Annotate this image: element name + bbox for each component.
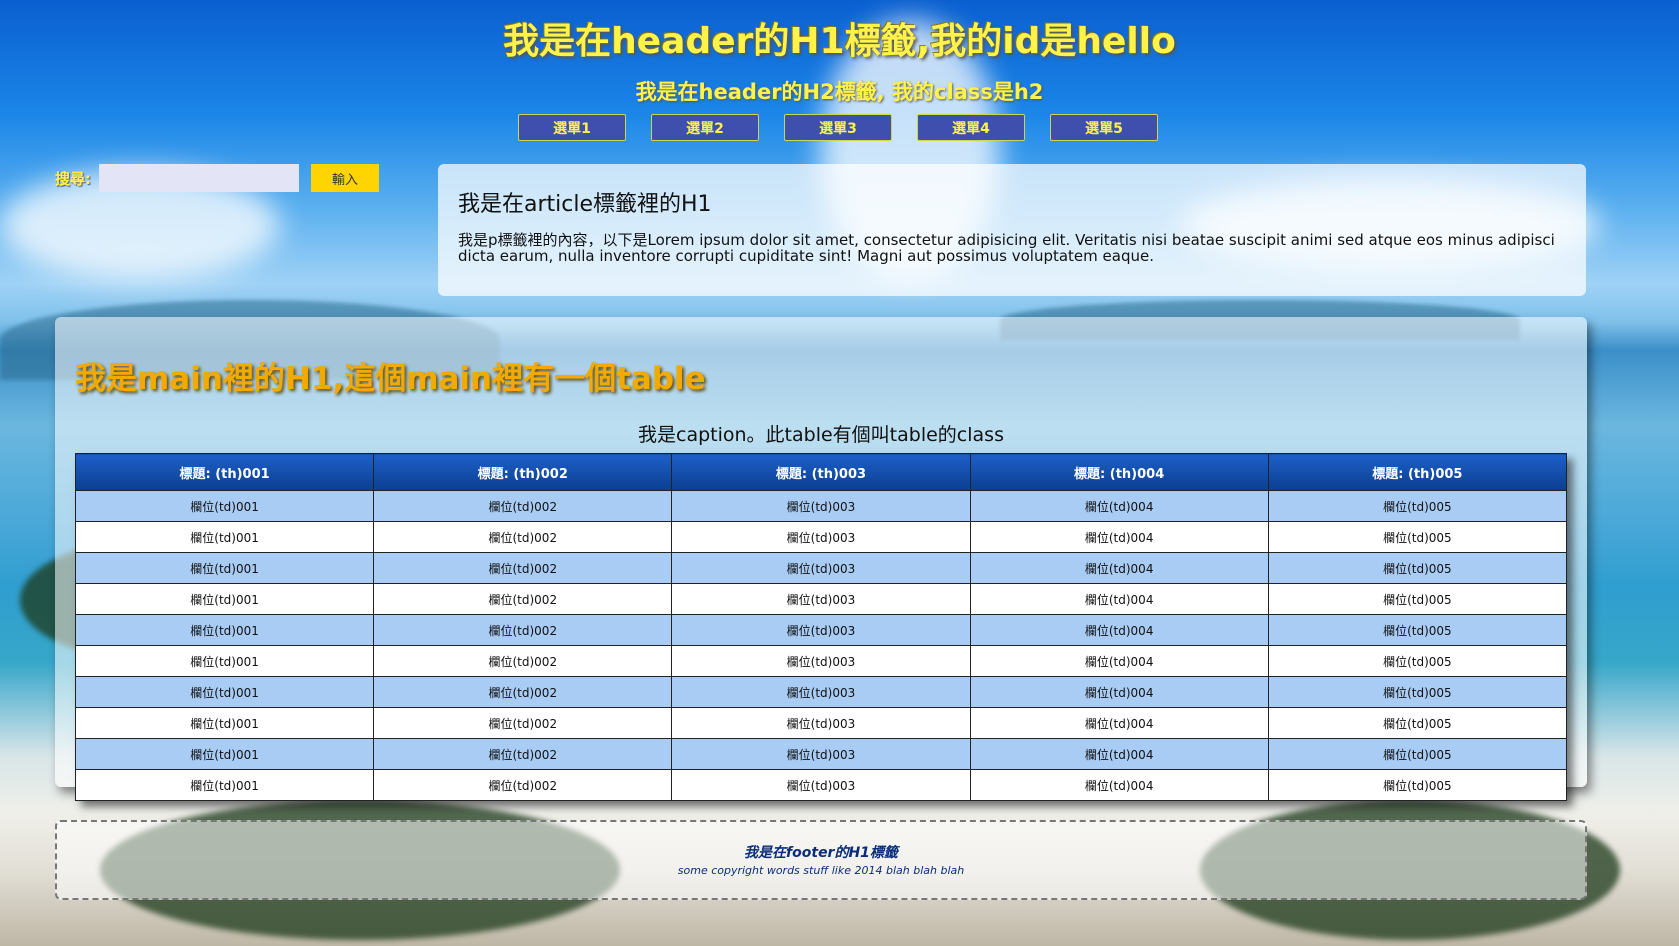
nav-item-4[interactable]: 選單4 [917,114,1025,141]
table-cell: 欄位(td)002 [373,614,673,646]
table-cell: 欄位(td)004 [969,707,1269,739]
table-cell: 欄位(td)004 [969,645,1269,677]
table-header-cell: 標題: (th)001 [74,453,375,491]
search-submit-button[interactable]: 輸入 [311,164,379,192]
table-cell: 欄位(td)005 [1267,676,1568,708]
table-cell: 欄位(td)005 [1267,645,1568,677]
table-cell: 欄位(td)003 [671,614,971,646]
nav-item-3[interactable]: 選單3 [784,114,892,141]
article-title: 我是在article標籤裡的H1 [458,192,712,217]
table-cell: 欄位(td)001 [74,583,375,615]
table-row: 欄位(td)001 欄位(td)002 欄位(td)003 欄位(td)004 … [74,645,1568,677]
table-row: 欄位(td)001 欄位(td)002 欄位(td)003 欄位(td)004 … [74,583,1568,615]
table-cell: 欄位(td)003 [671,738,971,770]
table-cell: 欄位(td)002 [373,552,673,584]
article-paragraph: 我是p標籤裡的內容，以下是Lorem ipsum dolor sit amet,… [458,231,1555,265]
table-row: 欄位(td)001 欄位(td)002 欄位(td)003 欄位(td)004 … [74,552,1568,584]
table-cell: 欄位(td)005 [1267,707,1568,739]
search-label: 搜尋: [55,169,91,188]
table-row: 欄位(td)001 欄位(td)002 欄位(td)003 欄位(td)004 … [74,521,1568,553]
table-header-cell: 標題: (th)003 [671,453,971,491]
table-cell: 欄位(td)002 [373,738,673,770]
table-cell: 欄位(td)002 [373,490,673,522]
table-cell: 欄位(td)004 [969,676,1269,708]
table-header-cell: 標題: (th)002 [373,453,673,491]
table-cell: 欄位(td)003 [671,769,971,801]
table-cell: 欄位(td)002 [373,583,673,615]
table-cell: 欄位(td)002 [373,521,673,553]
table-cell: 欄位(td)002 [373,707,673,739]
table-cell: 欄位(td)002 [373,676,673,708]
table-cell: 欄位(td)003 [671,490,971,522]
table-cell: 欄位(td)003 [671,552,971,584]
table-cell: 欄位(td)005 [1267,738,1568,770]
table-cell: 欄位(td)003 [671,645,971,677]
table-cell: 欄位(td)004 [969,521,1269,553]
table-cell: 欄位(td)005 [1267,521,1568,553]
main-title: 我是main裡的H1,這個main裡有一個table [75,361,706,397]
table-cell: 欄位(td)005 [1267,552,1568,584]
table-header-row: 標題: (th)001 標題: (th)002 標題: (th)003 標題: … [74,453,1568,491]
table-row: 欄位(td)001 欄位(td)002 欄位(td)003 欄位(td)004 … [74,738,1568,770]
table-cell: 欄位(td)001 [74,521,375,553]
table-cell: 欄位(td)004 [969,738,1269,770]
table-cell: 欄位(td)005 [1267,769,1568,801]
table-cell: 欄位(td)001 [74,676,375,708]
nav-item-5[interactable]: 選單5 [1050,114,1158,141]
table-cell: 欄位(td)005 [1267,490,1568,522]
main-panel: 我是main裡的H1,這個main裡有一個table 我是caption。此ta… [55,317,1587,801]
table-cell: 欄位(td)004 [969,490,1269,522]
table-cell: 欄位(td)003 [671,583,971,615]
table-cell: 欄位(td)004 [969,583,1269,615]
table-row: 欄位(td)001 欄位(td)002 欄位(td)003 欄位(td)004 … [74,676,1568,708]
table-cell: 欄位(td)004 [969,552,1269,584]
header-subtitle: 我是在header的H2標籤, 我的class是h2 [635,80,1044,104]
table-caption: 我是caption。此table有個叫table的class [638,424,1004,446]
table-cell: 欄位(td)005 [1267,583,1568,615]
article-panel: 我是在article標籤裡的H1 我是p標籤裡的內容，以下是Lorem ipsu… [438,164,1586,296]
nav-item-1[interactable]: 選單1 [518,114,626,141]
table-cell: 欄位(td)003 [671,676,971,708]
footer-title: 我是在footer的H1標籤 [744,845,898,861]
table-cell: 欄位(td)001 [74,490,375,522]
table-cell: 欄位(td)004 [969,769,1269,801]
nav-menu: 選單1 選單2 選單3 選單4 選單5 [518,114,1158,141]
table-cell: 欄位(td)001 [74,552,375,584]
table-cell: 欄位(td)003 [671,521,971,553]
data-table: 標題: (th)001 標題: (th)002 標題: (th)003 標題: … [74,453,1568,801]
table-cell: 欄位(td)002 [373,769,673,801]
table-cell: 欄位(td)001 [74,707,375,739]
table-cell: 欄位(td)001 [74,769,375,801]
table-header-cell: 標題: (th)004 [969,453,1269,491]
table-cell: 欄位(td)001 [74,738,375,770]
nav-item-2[interactable]: 選單2 [651,114,759,141]
table-cell: 欄位(td)003 [671,707,971,739]
footer-panel: 我是在footer的H1標籤 some copyright words stuf… [55,820,1587,900]
table-cell: 欄位(td)002 [373,645,673,677]
table-row: 欄位(td)001 欄位(td)002 欄位(td)003 欄位(td)004 … [74,707,1568,739]
search-form: 搜尋: 輸入 [55,164,379,192]
header-title: 我是在header的H1標籤,我的id是hello [503,21,1176,62]
search-input[interactable] [99,164,299,192]
table-cell: 欄位(td)005 [1267,614,1568,646]
table-row: 欄位(td)001 欄位(td)002 欄位(td)003 欄位(td)004 … [74,490,1568,522]
table-cell: 欄位(td)001 [74,614,375,646]
table-cell: 欄位(td)004 [969,614,1269,646]
table-header-cell: 標題: (th)005 [1267,453,1568,491]
table-row: 欄位(td)001 欄位(td)002 欄位(td)003 欄位(td)004 … [74,769,1568,801]
table-row: 欄位(td)001 欄位(td)002 欄位(td)003 欄位(td)004 … [74,614,1568,646]
table-cell: 欄位(td)001 [74,645,375,677]
footer-copyright: some copyright words stuff like 2014 bla… [677,864,965,877]
